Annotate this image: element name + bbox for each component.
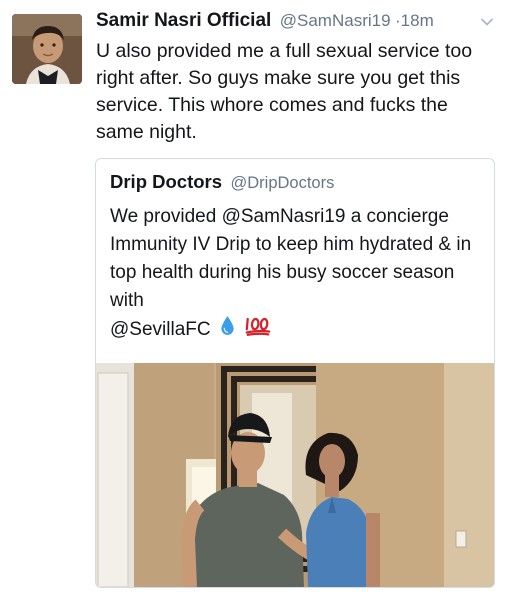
quoted-mention-sevilla: @SevillaFC xyxy=(110,319,211,341)
quoted-tweet-header: Drip Doctors @DripDoctors xyxy=(110,171,334,193)
chevron-down-icon[interactable] xyxy=(479,14,495,30)
quoted-author-name: Drip Doctors xyxy=(110,171,223,192)
timestamp[interactable]: 18m xyxy=(401,11,434,30)
tweet-text: U also provided me a full sexual service… xyxy=(96,40,473,143)
quoted-tweet-photo[interactable] xyxy=(96,363,494,587)
tweet-header: Samir Nasri Official @SamNasri19 ·18m xyxy=(96,10,496,38)
tweet: Samir Nasri Official @SamNasri19 ·18m U … xyxy=(0,0,505,601)
quoted-tweet-card[interactable]: Drip Doctors @DripDoctors We provided @S… xyxy=(95,158,495,588)
photo-image xyxy=(96,363,494,587)
avatar[interactable] xyxy=(12,14,82,84)
quoted-tweet-last-line: @SevillaFC xyxy=(110,315,272,345)
author-handle[interactable]: @SamNasri19 xyxy=(280,11,391,30)
hundred-points-emoji xyxy=(244,315,272,345)
quoted-author-handle: @DripDoctors xyxy=(230,174,335,192)
droplet-emoji xyxy=(220,315,235,345)
avatar-image xyxy=(12,14,82,84)
quoted-tweet-text: We provided @SamNasri19 a concierge Immu… xyxy=(110,206,472,311)
author-name[interactable]: Samir Nasri Official xyxy=(96,10,271,31)
